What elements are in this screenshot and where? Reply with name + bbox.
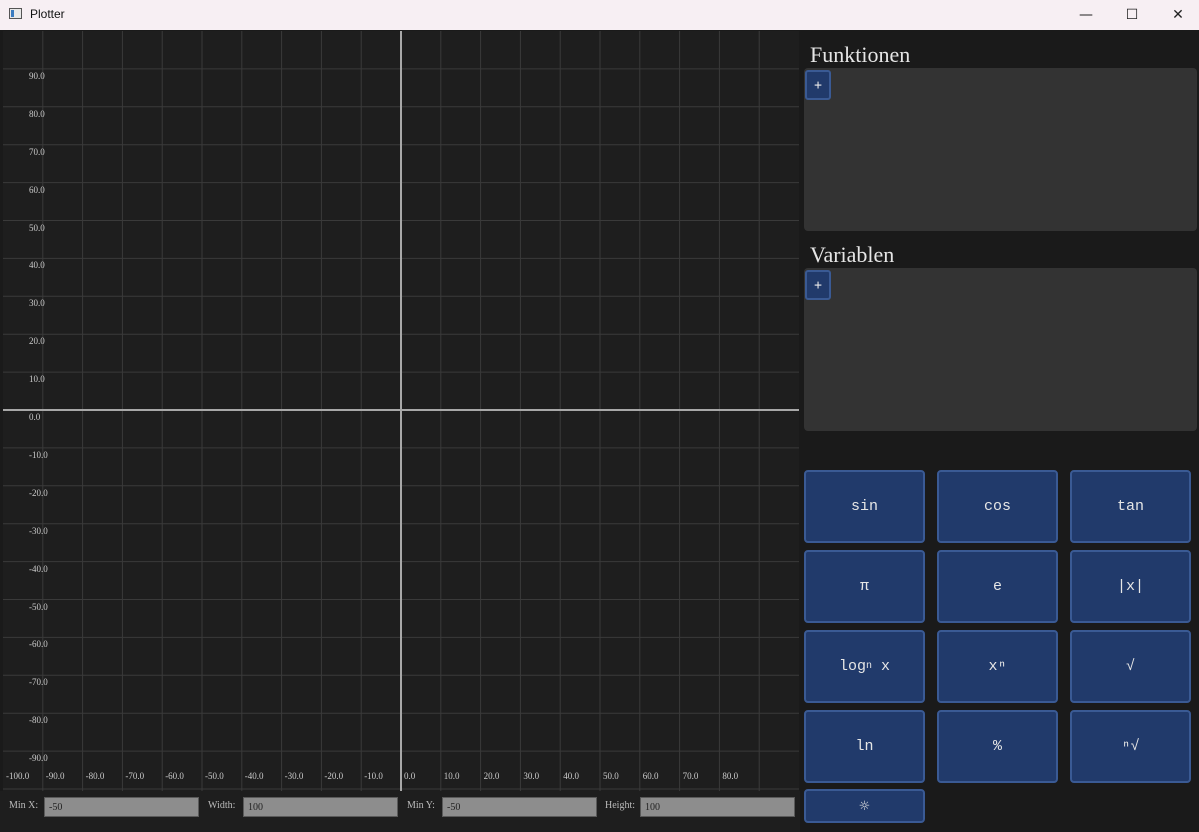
x-tick-label: -20.0 [324,771,344,781]
theme-toggle-button[interactable]: ☼ [804,789,925,823]
sun-icon: ☼ [858,798,871,814]
y-tick-label: -40.0 [29,563,48,574]
log-label: log [838,658,866,675]
y-tick-label: 30.0 [29,298,45,309]
y-tick-label: 50.0 [29,222,45,233]
x-tick-label: 60.0 [642,771,659,781]
close-icon[interactable]: ✕ [1155,0,1199,30]
min-x-input[interactable] [44,797,199,817]
sin-button[interactable]: sin [804,470,925,543]
maximize-icon[interactable]: ☐ [1109,0,1155,30]
x-tick-label: -40.0 [244,771,264,781]
log-arg-label: x [872,658,891,675]
x-tick-label: 0.0 [404,771,416,781]
x-tick-label: 50.0 [603,771,619,781]
width-input[interactable] [243,797,398,817]
cos-button[interactable]: cos [937,470,1058,543]
x-tick-label: 80.0 [722,771,739,781]
functions-panel [804,68,1197,231]
y-tick-label: 60.0 [29,184,45,195]
nth-root-button[interactable]: ⁿ√ [1070,710,1191,783]
height-input[interactable] [640,797,795,817]
variables-title: Variablen [810,242,895,267]
y-tick-label: -20.0 [29,487,48,498]
x-tick-label: -70.0 [125,771,145,781]
y-tick-label: -10.0 [29,449,48,460]
ln-button[interactable]: ln [804,710,925,783]
x-tick-label: -100.0 [6,771,30,781]
y-tick-label: -80.0 [29,715,48,726]
log-button[interactable]: log n x [804,630,925,703]
variables-panel [804,268,1197,431]
y-tick-label: 0.0 [29,412,41,422]
y-tick-label: -90.0 [29,753,48,764]
min-x-label: Min X: [9,800,39,811]
y-tick-label: -60.0 [29,639,48,650]
x-tick-label: -80.0 [85,771,105,781]
min-y-label: Min Y: [407,800,435,811]
power-button[interactable]: xⁿ [937,630,1058,703]
add-function-button[interactable]: + [805,70,831,100]
y-tick-label: 40.0 [29,260,45,271]
y-tick-label: 20.0 [29,336,45,347]
add-variable-button[interactable]: + [805,270,831,300]
y-tick-label: 80.0 [29,108,45,119]
plot-area[interactable]: 90.0 80.0 70.0 60.0 50.0 40.0 30.0 20.0 10.0 0.0 -… [3,31,799,791]
window-title: Plotter [30,7,65,21]
plot-canvas[interactable] [3,31,799,791]
x-tick-label: 40.0 [563,771,579,781]
y-tick-label: 10.0 [29,374,45,385]
pi-button[interactable]: π [804,550,925,623]
x-tick-label: -10.0 [364,771,383,781]
x-tick-label: -90.0 [45,771,65,781]
y-tick-label: -70.0 [29,677,48,688]
x-tick-label: -30.0 [284,771,304,781]
height-label: Height: [605,800,635,811]
e-button[interactable]: e [937,550,1058,623]
abs-button[interactable]: |x| [1070,550,1191,623]
width-label: Width: [208,800,236,811]
x-tick-label: 70.0 [682,771,699,781]
y-tick-label: 70.0 [29,146,45,157]
title-bar: Plotter — ☐ ✕ [0,0,1199,30]
app-icon [9,8,22,19]
y-tick-label: 90.0 [29,70,45,81]
sqrt-button[interactable]: √ [1070,630,1191,703]
x-tick-label: 10.0 [443,771,460,781]
x-tick-label: 30.0 [523,771,540,781]
tan-button[interactable]: tan [1070,470,1191,543]
x-tick-label: 20.0 [483,771,500,781]
functions-title: Funktionen [810,42,911,67]
y-tick-label: -50.0 [29,601,48,612]
x-tick-label: -50.0 [205,771,224,781]
percent-button[interactable]: % [937,710,1058,783]
min-y-input[interactable] [442,797,597,817]
range-controls: Min X: Width: Min Y: Height: [0,791,800,832]
minimize-icon[interactable]: — [1063,0,1109,30]
x-tick-label: -60.0 [165,771,184,781]
y-tick-label: -30.0 [29,525,48,536]
